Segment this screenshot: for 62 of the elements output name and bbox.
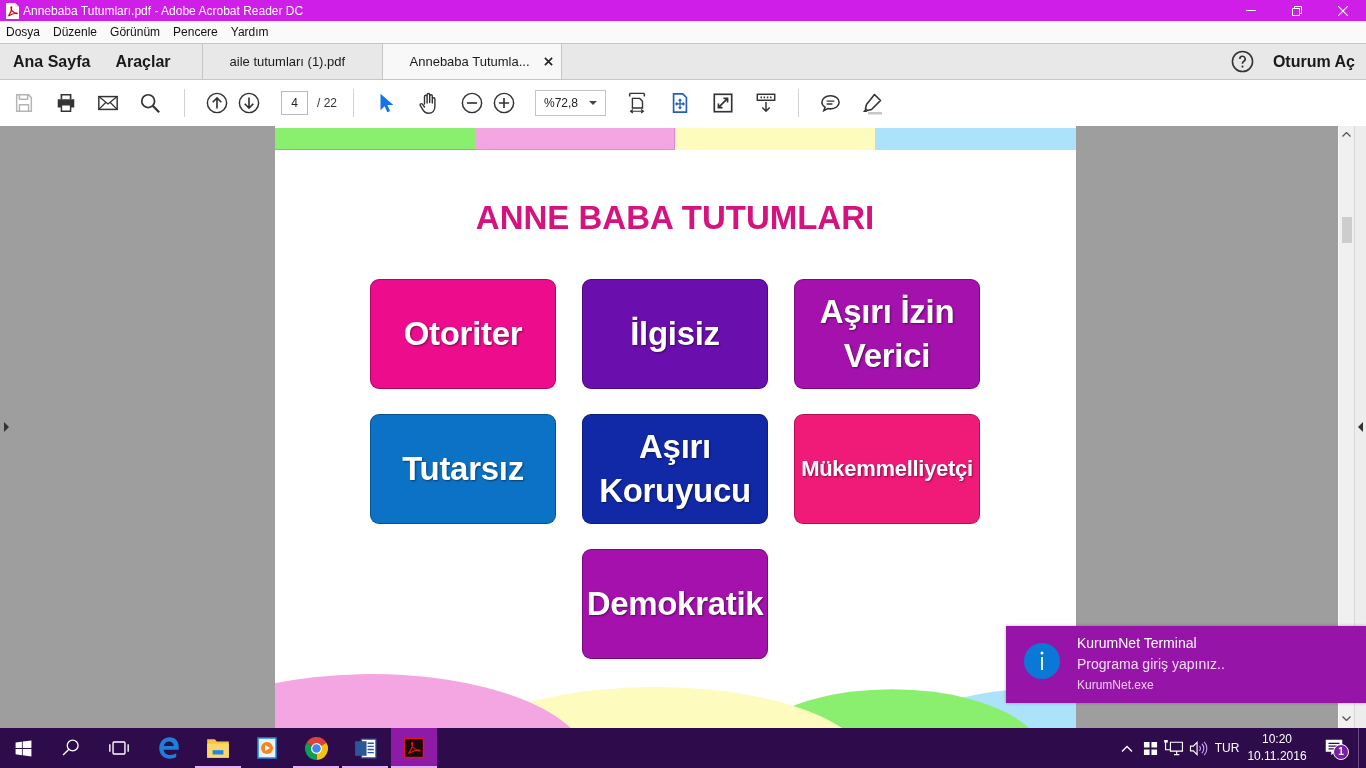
category-card: Demokratik bbox=[582, 549, 768, 659]
highlighter-icon[interactable] bbox=[860, 91, 884, 115]
page-count: / 22 bbox=[317, 96, 337, 110]
scroll-down-icon[interactable] bbox=[1342, 716, 1351, 721]
category-card: Aşırı Koruyucu bbox=[582, 414, 768, 524]
help-icon[interactable] bbox=[1230, 50, 1254, 73]
window-title: Annebaba Tutumları.pdf - Adobe Acrobat Reader DC bbox=[23, 3, 304, 18]
document-tile-icon bbox=[352, 735, 378, 761]
zoom-dropdown[interactable]: %72,8 bbox=[535, 90, 606, 116]
printer-icon[interactable] bbox=[55, 92, 77, 114]
grid-icon[interactable] bbox=[1142, 740, 1158, 756]
notification-toast[interactable]: KurumNet Terminal Programa giriş yapınız.. KurumNet.exe bbox=[1006, 626, 1366, 703]
play-tile-icon bbox=[255, 736, 279, 760]
notification-badge: 1 bbox=[1333, 744, 1349, 760]
network-icon[interactable] bbox=[1164, 740, 1184, 756]
scroll-thumb[interactable] bbox=[1341, 217, 1352, 243]
taskbar-button[interactable] bbox=[391, 728, 437, 768]
document-tab[interactable]: Annebaba Tutumla... bbox=[381, 44, 562, 79]
nav-tab[interactable]: Ana Sayfa bbox=[0, 44, 103, 79]
language-indicator[interactable]: TUR bbox=[1210, 728, 1244, 768]
close-icon[interactable] bbox=[543, 57, 553, 66]
nav-tab[interactable]: Araçlar bbox=[102, 44, 183, 79]
volume-icon[interactable] bbox=[1188, 739, 1208, 757]
panel-toggle-icon[interactable] bbox=[3, 422, 9, 432]
info-icon bbox=[1024, 643, 1060, 679]
notification-message: Programa giriş yapınız.. bbox=[1077, 655, 1225, 674]
menu-item[interactable]: Düzenle bbox=[53, 25, 98, 39]
category-card: İlgisiz bbox=[582, 279, 768, 389]
scroll-up-icon[interactable] bbox=[1342, 132, 1351, 137]
expand-icon[interactable] bbox=[712, 92, 734, 114]
search-icon[interactable] bbox=[61, 738, 81, 758]
page-number-field[interactable]: 4 bbox=[281, 91, 308, 115]
previous-page-icon[interactable] bbox=[206, 92, 228, 114]
pdf-file-icon bbox=[4, 2, 20, 19]
fit-page-icon[interactable] bbox=[626, 91, 648, 115]
page-scroll-icon[interactable] bbox=[755, 92, 777, 114]
chevron-up-icon[interactable] bbox=[1121, 744, 1133, 752]
menu-item[interactable]: Dosya bbox=[6, 25, 40, 39]
menu-item[interactable]: Yardım bbox=[230, 25, 269, 39]
zoom-out-icon[interactable] bbox=[461, 92, 483, 114]
notification-title: KurumNet Terminal bbox=[1077, 634, 1197, 653]
panel-toggle-icon[interactable] bbox=[1358, 422, 1363, 432]
sign-in-link[interactable]: Oturum Aç bbox=[1272, 52, 1355, 71]
menu-item[interactable]: Pencere bbox=[173, 25, 218, 39]
category-card: Aşırı İzin Verici bbox=[794, 279, 980, 389]
windows-logo-icon[interactable] bbox=[13, 738, 33, 758]
clock-time[interactable]: 10:20 bbox=[1262, 731, 1292, 748]
e-logo-icon bbox=[156, 735, 182, 761]
category-card: Tutarsız bbox=[370, 414, 556, 524]
caret-icon bbox=[589, 101, 597, 105]
menu-item[interactable]: Görünüm bbox=[110, 25, 161, 39]
category-card: Mükemmelliyetçi bbox=[794, 414, 980, 524]
next-page-icon[interactable] bbox=[238, 92, 260, 114]
restore-icon[interactable] bbox=[1292, 5, 1302, 16]
notification-source: KurumNet.exe bbox=[1077, 677, 1154, 694]
category-card: Otoriter bbox=[370, 279, 556, 389]
search-icon[interactable] bbox=[139, 92, 161, 114]
pdf-app-icon bbox=[402, 736, 426, 760]
browser-icon bbox=[303, 735, 329, 761]
clock-date[interactable]: 10.11.2016 bbox=[1247, 748, 1307, 765]
zoom-in-icon[interactable] bbox=[493, 92, 515, 114]
page-heading: ANNE BABA TUTUMLARI bbox=[475, 198, 875, 238]
